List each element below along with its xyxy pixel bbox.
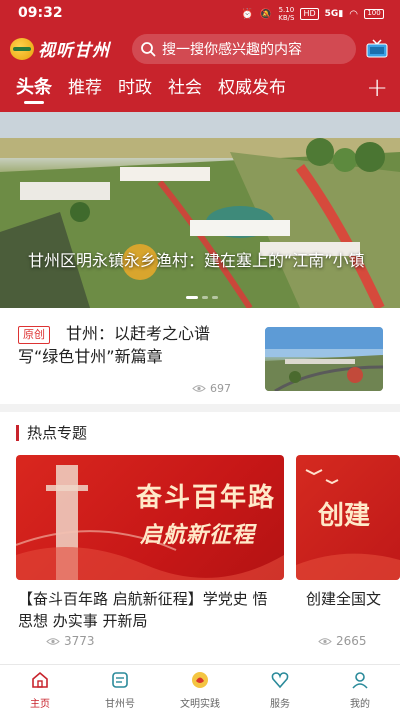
channel-tabs: 头条 推荐 时政 社会 权威发布 + (0, 72, 400, 106)
hot-topics-title: 热点专题 (27, 424, 88, 442)
status-bar: 09:32 ⏰ 🔕 5.10 KB/S HD 5G▮ ◠ 100 (0, 0, 400, 26)
topic-card-views: 2665 (318, 634, 367, 648)
topic-card-caption[interactable]: 创建全国文 (306, 588, 400, 610)
app-root: 09:32 ⏰ 🔕 5.10 KB/S HD 5G▮ ◠ 100 视听甘州 搜一… (0, 0, 400, 711)
topic-card-banner-line1: 创建 (318, 501, 371, 531)
net-speed: 5.10 KB/S (278, 6, 294, 22)
tab-headlines[interactable]: 头条 (16, 72, 52, 106)
mute-icon: 🔕 (259, 8, 273, 20)
wifi-icon: ◠ (349, 8, 358, 20)
topic-card[interactable]: 创建 (296, 455, 400, 580)
search-input[interactable]: 搜一搜你感兴趣的内容 (132, 34, 356, 64)
hot-topics-header: 热点专题 (16, 422, 87, 443)
search-icon (141, 42, 156, 57)
hero-caption: 甘州区明永镇永乡渔村：建在塞上的“江南”小镇 (28, 251, 365, 270)
news-thumbnail-image (265, 327, 383, 391)
net-speed-value: 5.10 (278, 6, 295, 14)
nav-civilization[interactable]: 文明实践 (160, 665, 240, 711)
news-thumbnail (265, 327, 383, 391)
hero-dot-active (186, 296, 198, 299)
service-heart-icon (271, 672, 289, 689)
news-view-count: 697 (210, 382, 231, 395)
hero-banner[interactable]: 甘州区明永镇永乡渔村：建在塞上的“江南”小镇 (0, 112, 400, 308)
battery-level: 100 (367, 9, 381, 17)
nav-service-label: 服务 (270, 699, 290, 710)
eye-icon (192, 385, 206, 392)
hero-image (0, 112, 400, 308)
nav-service[interactable]: 服务 (240, 665, 320, 711)
nav-home[interactable]: 主页 (0, 665, 80, 711)
civilization-icon (192, 672, 208, 688)
eye-icon (46, 637, 60, 645)
nav-civilization-label: 文明实践 (180, 699, 220, 710)
tab-recommend[interactable]: 推荐 (68, 72, 102, 106)
hd-badge: HD (300, 8, 319, 20)
home-icon (32, 671, 48, 688)
bottom-nav: 主页 甘州号 文明实践 服务 我的 (0, 664, 400, 711)
hero-dot (202, 296, 208, 299)
tab-society[interactable]: 社会 (168, 72, 202, 106)
news-title: 甘州：以赶考之心谱写“绿色甘州”新篇章 (18, 324, 211, 366)
topic-card-banner-line1: 奋斗百年路 (136, 483, 277, 513)
section-divider (0, 404, 400, 412)
nav-profile[interactable]: 我的 (320, 665, 400, 711)
logo-mark-icon (10, 37, 34, 60)
profile-icon (352, 672, 368, 689)
eye-icon (318, 637, 332, 645)
app-logo: 视听甘州 (10, 36, 110, 61)
news-item[interactable]: 原创 甘州：以赶考之心谱写“绿色甘州”新篇章 697 (0, 316, 400, 402)
topic-card-view-count: 2665 (336, 634, 367, 648)
nav-ganzhou-account-label: 甘州号 (105, 699, 135, 710)
top-bar: 视听甘州 搜一搜你感兴趣的内容 (0, 30, 400, 68)
search-placeholder: 搜一搜你感兴趣的内容 (162, 42, 302, 58)
hero-dot (212, 296, 218, 299)
topic-card-views: 3773 (46, 634, 95, 648)
news-views: 697 (192, 382, 231, 395)
status-time: 09:32 (18, 5, 63, 21)
tv-icon[interactable] (366, 39, 388, 59)
tab-politics[interactable]: 时政 (118, 72, 152, 106)
battery-icon: 100 (364, 9, 384, 19)
hero-pagination (186, 296, 218, 299)
topic-card-caption[interactable]: 【奋斗百年路 启航新征程】学党史 悟思想 办实事 开新局 (18, 588, 280, 632)
section-accent-bar (16, 424, 19, 441)
nav-home-label: 主页 (30, 699, 50, 710)
topic-card-banner-line2: 启航新征程 (140, 522, 256, 548)
signal-icon: 5G▮ (324, 9, 344, 19)
net-speed-unit: KB/S (278, 14, 295, 22)
alarm-icon: ⏰ (241, 8, 254, 20)
status-icons: ⏰ 🔕 5.10 KB/S HD 5G▮ ◠ 100 (241, 6, 384, 22)
nav-ganzhou-account[interactable]: 甘州号 (80, 665, 160, 711)
header: 09:32 ⏰ 🔕 5.10 KB/S HD 5G▮ ◠ 100 视听甘州 搜一… (0, 0, 400, 112)
add-channel-button[interactable]: + (366, 72, 388, 104)
tab-official-release[interactable]: 权威发布 (218, 72, 286, 106)
topic-card[interactable]: 奋斗百年路 启航新征程 (16, 455, 284, 580)
topic-card-view-count: 3773 (64, 634, 95, 648)
ganzhou-account-icon (112, 672, 128, 688)
logo-text: 视听甘州 (38, 41, 110, 61)
nav-profile-label: 我的 (350, 699, 370, 710)
signal-label: 5G (324, 9, 339, 19)
